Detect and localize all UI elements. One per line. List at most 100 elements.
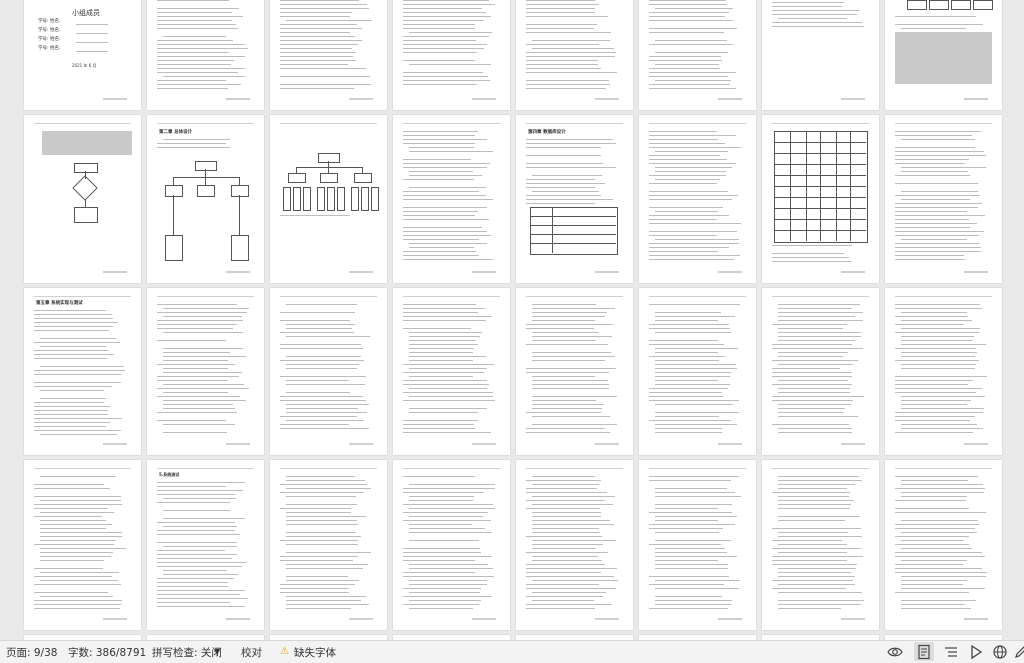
eye-icon[interactable] [887, 644, 903, 660]
page-thumbnail[interactable] [885, 0, 1002, 110]
page-thumbnail[interactable] [639, 0, 756, 110]
text-line [40, 572, 120, 573]
text-line [157, 340, 227, 341]
text-line [901, 199, 971, 200]
page-thumbnail[interactable] [393, 0, 510, 110]
page-thumbnail[interactable] [639, 115, 756, 283]
diagram-box [929, 0, 949, 10]
document-page-grid: 小组成员 学号: 姓名: 学号: 姓名: 学号: 姓名: 学号: 姓名: 2021 年 6… [0, 0, 1024, 640]
text-line [157, 328, 234, 329]
page-thumbnail[interactable] [24, 115, 141, 283]
page-text: 学号: 姓名: [38, 37, 61, 42]
outline-icon[interactable] [943, 644, 959, 660]
proofread-button[interactable]: 校对 [241, 645, 262, 660]
page-thumbnail[interactable] [270, 0, 387, 110]
underline [76, 51, 108, 52]
page-thumbnail[interactable] [270, 288, 387, 455]
page-thumbnail[interactable] [762, 460, 879, 630]
text-line [901, 328, 980, 329]
text-line [772, 556, 864, 557]
page-thumbnail[interactable] [393, 460, 510, 630]
page-header-rule [772, 296, 869, 297]
page-thumbnail[interactable]: 5.系统测试 [147, 460, 264, 630]
spell-check-toggle[interactable]: 拼写检查: 关闭 [152, 645, 222, 660]
text-line [895, 195, 980, 196]
text-line [403, 44, 487, 45]
text-line [157, 52, 230, 53]
text-line [409, 360, 474, 361]
text-line [409, 532, 493, 533]
text-line [409, 516, 484, 517]
page-thumbnail[interactable] [393, 115, 510, 283]
text-line [34, 608, 121, 609]
text-line [280, 40, 363, 41]
pen-icon[interactable] [1013, 644, 1024, 660]
text-line [403, 259, 493, 260]
text-line [526, 88, 607, 89]
text-line [280, 44, 358, 45]
page-thumbnail[interactable] [147, 0, 264, 110]
text-line [157, 44, 245, 45]
text-line [901, 336, 974, 337]
page-thumbnail[interactable] [885, 115, 1002, 283]
page-thumbnail[interactable] [393, 288, 510, 455]
page-thumbnail[interactable] [270, 460, 387, 630]
diagram-connector [790, 131, 791, 241]
text-line [901, 600, 976, 601]
text-line [157, 364, 235, 365]
page-thumbnail[interactable] [885, 288, 1002, 455]
page-thumbnail[interactable] [885, 460, 1002, 630]
text-line [532, 520, 610, 521]
page-footer [964, 271, 988, 273]
text-line [901, 408, 984, 409]
text-line [778, 484, 855, 485]
page-header-rule [895, 123, 992, 124]
text-line [901, 167, 986, 168]
page-thumbnail[interactable] [762, 288, 879, 455]
text-line [157, 494, 235, 495]
page-thumbnail[interactable] [639, 288, 756, 455]
page-thumbnail[interactable] [762, 115, 879, 283]
page-thumbnail[interactable]: 小组成员 学号: 姓名: 学号: 姓名: 学号: 姓名: 学号: 姓名: 2021 年 6… [24, 0, 141, 110]
text-line [778, 416, 859, 417]
page-footer [964, 618, 988, 620]
text-line [532, 416, 611, 417]
page-thumbnail[interactable]: 第四章 数据库设计 [516, 115, 633, 283]
text-line [34, 508, 108, 509]
page-thumbnail[interactable] [516, 288, 633, 455]
text-line [649, 4, 727, 5]
play-icon[interactable] [968, 644, 984, 660]
text-line [895, 231, 984, 232]
page-thumbnail[interactable] [516, 460, 633, 630]
caret-down-icon[interactable]: ▼ [214, 647, 220, 656]
page-footer [472, 618, 496, 620]
globe-icon[interactable] [992, 644, 1008, 660]
text-line [163, 36, 226, 37]
page-thumbnail[interactable] [24, 460, 141, 630]
text-line [895, 183, 978, 184]
page-thumbnail[interactable] [639, 460, 756, 630]
page-thumbnail[interactable] [147, 288, 264, 455]
page-indicator[interactable]: 页面: 9/38 [6, 645, 57, 660]
text-line [655, 496, 742, 497]
word-count[interactable]: 字数: 386/8791 [68, 645, 146, 660]
text-line [655, 416, 719, 417]
text-line [409, 151, 494, 152]
page-thumbnail[interactable] [270, 115, 387, 283]
text-line [772, 396, 864, 397]
text-line [40, 366, 125, 367]
page-thumbnail[interactable]: 第五章 系统实现与测试 [24, 288, 141, 455]
text-line [34, 358, 108, 359]
text-line [403, 8, 483, 9]
page-thumbnail[interactable]: 第二章 总体设计 [147, 115, 264, 283]
text-line [34, 382, 122, 383]
page-thumbnail[interactable] [762, 0, 879, 110]
text-line [655, 600, 733, 601]
missing-font-button[interactable]: 缺失字体 [294, 645, 336, 660]
text-line [157, 72, 239, 73]
document-view-icon[interactable] [916, 644, 932, 660]
diagram-connector [239, 177, 240, 185]
page-thumbnail[interactable] [516, 0, 633, 110]
text-line [403, 492, 485, 493]
text-line [409, 524, 472, 525]
